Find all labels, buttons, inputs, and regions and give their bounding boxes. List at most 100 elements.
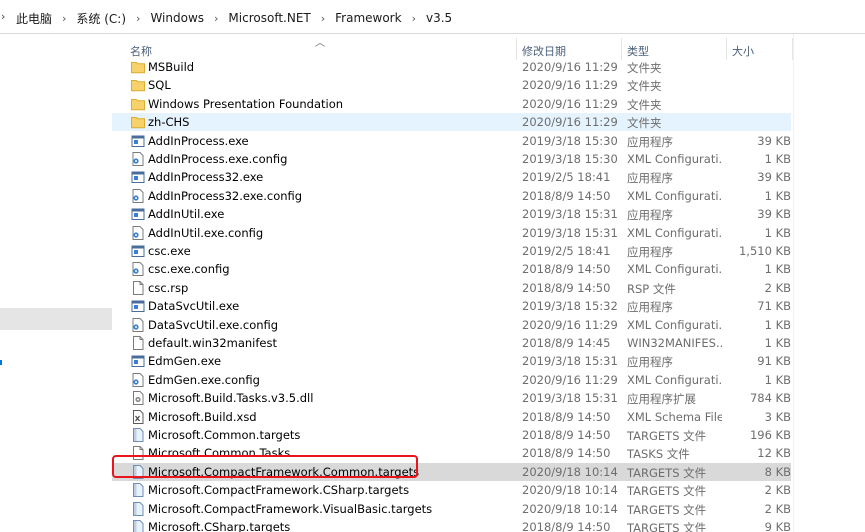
- file-name: AddInUtil.exe: [148, 207, 225, 222]
- column-separator[interactable]: [726, 38, 727, 60]
- file-date: 2019/3/18 15:30: [522, 152, 618, 166]
- exe-icon: [131, 134, 145, 148]
- file-date: 2018/8/9 14:50: [522, 446, 611, 461]
- column-separator[interactable]: [516, 38, 517, 60]
- breadcrumb-item-system-c[interactable]: 系统 (C:): [76, 10, 126, 27]
- breadcrumb-item-microsoft-net[interactable]: Microsoft.NET: [228, 11, 310, 25]
- file-date: 2018/8/9 14:50: [522, 409, 611, 424]
- file-row[interactable]: Microsoft.Build.Tasks.v3.5.dll 2019/3/18 …: [112, 389, 791, 407]
- file-row[interactable]: DataSvcUtil.exe 2019/3/18 15:32 应用程序 71 KB: [112, 297, 791, 315]
- file-row[interactable]: Windows Presentation Foundation 2020/9/16…: [112, 95, 791, 113]
- folder-icon: [131, 115, 145, 129]
- breadcrumb-item-v3-5[interactable]: v3.5: [426, 11, 452, 25]
- file-row[interactable]: csc.exe 2019/2/5 18:41 应用程序 1,510 KB: [112, 242, 791, 260]
- breadcrumb-item-this-pc[interactable]: 此电脑: [16, 10, 52, 27]
- file-name: AddInProcess.exe: [148, 133, 249, 148]
- config-icon: [131, 152, 145, 166]
- breadcrumb-item-framework[interactable]: Framework: [335, 11, 401, 25]
- file-size: 39 KB: [757, 133, 791, 148]
- file-row[interactable]: MSBuild 2020/9/16 11:29 文件夹: [112, 58, 791, 76]
- file-row[interactable]: AddInUtil.exe.config 2019/3/18 15:31 XML C…: [112, 224, 791, 242]
- file-row[interactable]: Microsoft.Common.targets 2018/8/9 14:50 TA…: [112, 426, 791, 444]
- file-date: 2019/3/18 15:31: [522, 225, 618, 240]
- file-size: 1 KB: [764, 317, 791, 332]
- breadcrumb: 此电脑 › 系统 (C:) › Windows › Microsoft.NET …: [16, 9, 452, 27]
- breadcrumb-separator-icon[interactable]: ›: [412, 12, 416, 25]
- targets-icon: [131, 520, 145, 532]
- file-name: Microsoft.CSharp.targets: [148, 520, 291, 532]
- file-size: 2 KB: [764, 483, 791, 498]
- folder-icon: [131, 78, 145, 92]
- column-header-type[interactable]: 类型: [627, 43, 649, 59]
- file-list[interactable]: ︿ 名称 修改日期 类型 大小 MSBuild 2020/9/16 11:29 文件…: [112, 34, 865, 532]
- column-separator[interactable]: [621, 38, 622, 60]
- file-date: 2018/8/9 14:50: [522, 428, 611, 442]
- file-type: TARGETS 文件: [627, 502, 707, 517]
- highlight-box: [112, 455, 418, 478]
- file-row[interactable]: Microsoft.CompactFramework.CSharp.target…: [112, 481, 791, 499]
- column-separator[interactable]: [792, 38, 793, 60]
- file-type: 文件夹: [627, 116, 662, 131]
- file-size: 2 KB: [764, 501, 791, 516]
- file-name: EdmGen.exe: [148, 354, 222, 369]
- file-type: 应用程序扩展: [627, 392, 696, 407]
- file-date: 2020/9/16 11:29: [522, 115, 618, 130]
- file-name: Microsoft.Build.xsd: [148, 409, 257, 424]
- breadcrumb-separator-icon[interactable]: ›: [321, 12, 325, 25]
- file-size: 1 KB: [764, 262, 791, 277]
- file-row[interactable]: Microsoft.CSharp.targets 2018/8/9 14:50 TA…: [112, 518, 791, 532]
- file-row[interactable]: EdmGen.exe 2019/3/18 15:31 应用程序 91 KB: [112, 352, 791, 370]
- file-row[interactable]: EdmGen.exe.config 2020/9/16 11:29 XML Conf…: [112, 371, 791, 389]
- targets-icon: [131, 483, 145, 498]
- exe-icon: [131, 207, 145, 221]
- file-row[interactable]: Microsoft.CompactFramework.VisualBasic.t…: [112, 500, 791, 518]
- file-row[interactable]: AddInProcess32.exe 2019/2/5 18:41 应用程序 39 K…: [112, 168, 791, 186]
- file-name: csc.rsp: [148, 280, 189, 295]
- file-date: 2019/2/5 18:41: [522, 244, 611, 258]
- file-date: 2020/9/16 11:29: [522, 317, 618, 332]
- file-size: 1 KB: [764, 372, 791, 387]
- navigation-pane[interactable]: [0, 34, 112, 532]
- file-row[interactable]: AddInProcess.exe 2019/3/18 15:30 应用程序 39 KB: [112, 132, 791, 150]
- file-name: AddInProcess32.exe.config: [148, 188, 303, 203]
- file-row[interactable]: csc.exe.config 2018/8/9 14:50 XML Configur…: [112, 260, 791, 278]
- file-name: MSBuild: [148, 60, 195, 74]
- chevron-right-icon[interactable]: ›: [1, 10, 5, 23]
- file-date: 2020/9/18 10:14: [522, 501, 618, 516]
- file-row[interactable]: AddInProcess.exe.config 2019/3/18 15:30 XM…: [112, 150, 791, 168]
- file-date: 2018/8/9 14:50: [522, 188, 611, 203]
- column-header-name[interactable]: 名称: [130, 43, 152, 59]
- breadcrumb-item-windows[interactable]: Windows: [150, 11, 204, 25]
- file-row[interactable]: csc.rsp 2018/8/9 14:50 RSP 文件 2 KB: [112, 279, 791, 297]
- file-size: 12 KB: [757, 446, 791, 461]
- file-name: AddInProcess32.exe: [148, 170, 264, 185]
- targets-icon: [131, 501, 145, 516]
- file-date: 2020/9/16 11:29: [522, 372, 618, 387]
- file-row[interactable]: DataSvcUtil.exe.config 2020/9/16 11:29 XML…: [112, 316, 791, 334]
- breadcrumb-separator-icon[interactable]: ›: [136, 12, 140, 25]
- file-date: 2019/3/18 15:31: [522, 354, 618, 369]
- exe-icon: [131, 299, 145, 313]
- address-bar[interactable]: › 此电脑 › 系统 (C:) › Windows › Microsoft.NE…: [0, 0, 865, 34]
- file-size: 71 KB: [757, 299, 791, 314]
- file-row[interactable]: AddInUtil.exe 2019/3/18 15:31 应用程序 39 KB: [112, 205, 791, 223]
- file-row[interactable]: SQL 2020/9/16 11:29 文件夹: [112, 76, 791, 94]
- file-row[interactable]: zh-CHS 2020/9/16 11:29 文件夹: [112, 113, 791, 132]
- file-size: 1 KB: [764, 225, 791, 240]
- file-row[interactable]: Microsoft.Build.xsd 2018/8/9 14:50 XML Sch…: [112, 408, 791, 426]
- file-name: EdmGen.exe.config: [148, 372, 260, 387]
- file-row[interactable]: AddInProcess32.exe.config 2018/8/9 14:50 X…: [112, 187, 791, 205]
- column-header-size[interactable]: 大小: [732, 43, 754, 59]
- file-date: 2020/9/18 10:14: [522, 483, 618, 498]
- column-header-date[interactable]: 修改日期: [522, 43, 566, 59]
- breadcrumb-separator-icon[interactable]: ›: [62, 12, 66, 25]
- breadcrumb-separator-icon[interactable]: ›: [214, 12, 218, 25]
- nav-indicator: [0, 360, 2, 365]
- file-type: 应用程序: [627, 171, 673, 186]
- file-name: Microsoft.CompactFramework.VisualBasic.t…: [148, 501, 433, 516]
- nav-selected-item[interactable]: [0, 308, 112, 330]
- exe-icon: [131, 170, 145, 184]
- exe-icon: [131, 354, 145, 368]
- file-name: Microsoft.Build.Tasks.v3.5.dll: [148, 391, 314, 406]
- file-row[interactable]: default.win32manifest 2018/8/9 14:45 WIN32…: [112, 334, 791, 352]
